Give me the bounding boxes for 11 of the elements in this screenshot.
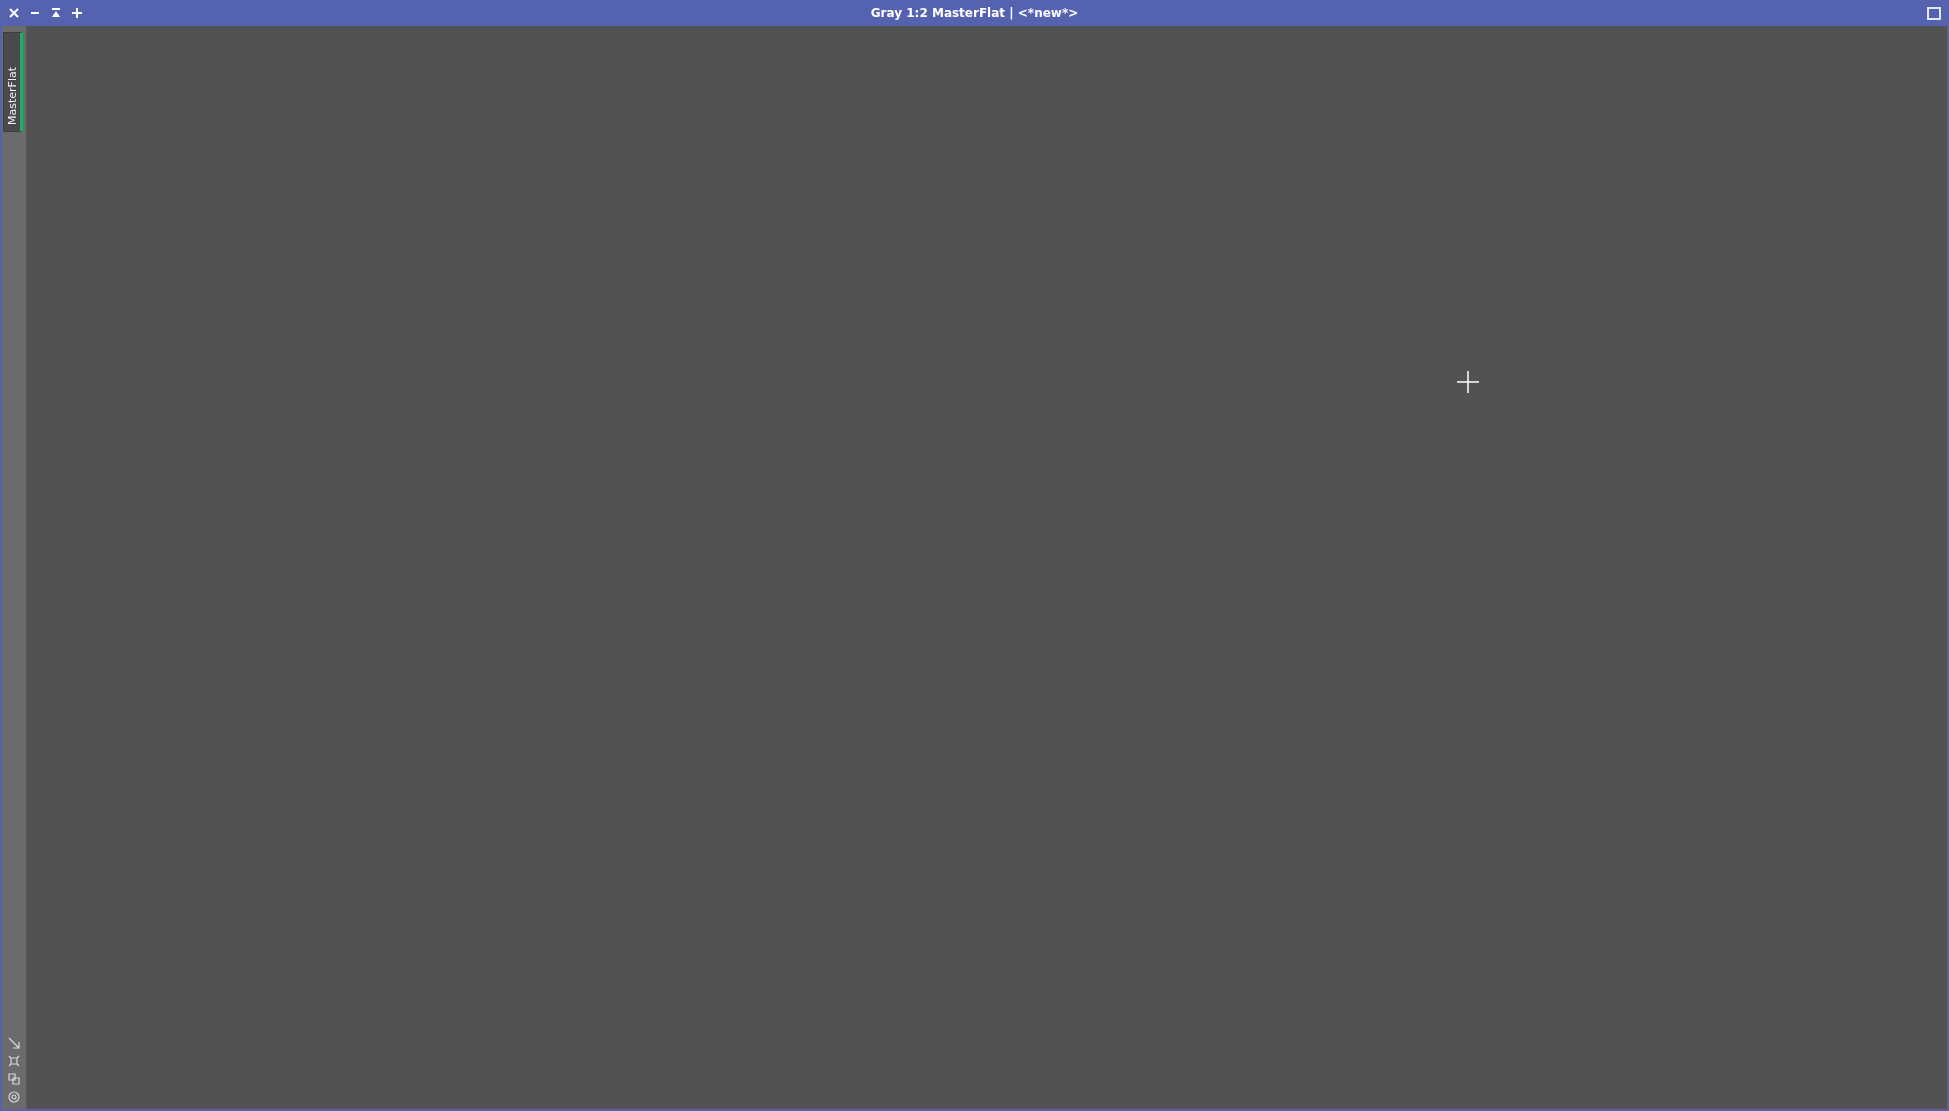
close-icon[interactable] (8, 7, 20, 19)
window-title: Gray 1:2 MasterFlat | <*new*> (870, 6, 1079, 20)
arrow-icon[interactable] (8, 1037, 20, 1049)
fit-icon[interactable] (8, 1055, 20, 1067)
shade-icon[interactable] (50, 7, 62, 19)
maximize-button[interactable] (1927, 6, 1941, 20)
add-icon[interactable] (71, 7, 83, 19)
target-icon[interactable] (8, 1091, 20, 1103)
copy-icon[interactable] (8, 1073, 20, 1085)
crosshair-icon (1457, 371, 1479, 393)
view-tab[interactable]: MasterFlat (3, 32, 23, 132)
